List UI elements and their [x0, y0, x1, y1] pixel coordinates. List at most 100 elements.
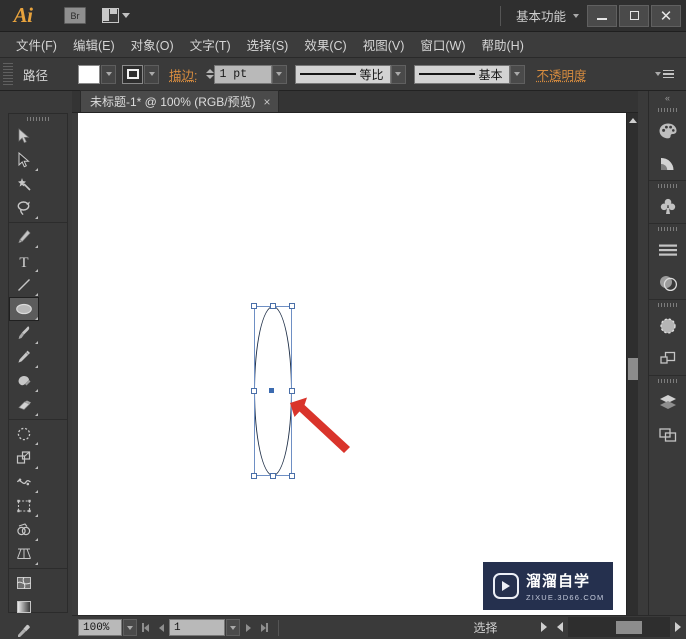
artboard-number-input[interactable]: 1: [169, 619, 225, 636]
direct-selection-tool[interactable]: [9, 148, 39, 172]
brush-dropdown[interactable]: [509, 64, 525, 84]
menu-help[interactable]: 帮助(H): [474, 32, 532, 57]
dock-group-grip[interactable]: [649, 181, 686, 190]
mesh-tool[interactable]: [9, 571, 39, 595]
stroke-weight-label[interactable]: 描边:: [169, 65, 197, 84]
align-panel-icon[interactable]: [649, 342, 686, 375]
menu-edit[interactable]: 编辑(E): [65, 32, 123, 57]
status-expand-button[interactable]: [536, 617, 552, 637]
menu-window[interactable]: 窗口(W): [412, 32, 473, 57]
menu-select[interactable]: 选择(S): [239, 32, 297, 57]
scroll-left-button[interactable]: [552, 617, 568, 637]
dock-group-grip[interactable]: [649, 376, 686, 385]
chevron-down-icon: [122, 13, 130, 18]
zoom-level-dropdown[interactable]: [123, 619, 137, 636]
stroke-weight-input[interactable]: 1 pt: [213, 64, 272, 84]
symbols-panel-icon[interactable]: [649, 309, 686, 342]
magic-wand-tool[interactable]: [9, 172, 39, 196]
previous-artboard-button[interactable]: [153, 619, 169, 636]
minimize-button[interactable]: [587, 4, 617, 27]
bbox-handle-bottom-center[interactable]: [270, 473, 276, 479]
canvas-area[interactable]: 溜溜自学 ZIXUE.3D66.COM: [72, 113, 638, 615]
scroll-up-button[interactable]: [628, 114, 638, 126]
selection-tool[interactable]: [9, 124, 39, 148]
artboard-number-dropdown[interactable]: [226, 619, 240, 636]
dock-group-grip[interactable]: [649, 300, 686, 309]
status-text[interactable]: 选择: [473, 619, 497, 636]
fill-swatch-dropdown[interactable]: [101, 64, 117, 84]
stepper-up-icon[interactable]: [205, 69, 214, 73]
stroke-color-swatch[interactable]: [122, 64, 144, 84]
dock-collapse-button[interactable]: «: [649, 91, 686, 105]
transparency-panel-icon[interactable]: [649, 266, 686, 299]
next-artboard-button[interactable]: [240, 619, 256, 636]
bbox-handle-middle-left[interactable]: [251, 388, 257, 394]
perspective-grid-tool[interactable]: [9, 542, 39, 566]
stroke-weight-stepper[interactable]: [205, 69, 214, 79]
color-panel-icon[interactable]: [649, 114, 686, 147]
free-transform-tool[interactable]: [9, 494, 39, 518]
vertical-scrollbar-thumb[interactable]: [628, 358, 638, 380]
stepper-down-icon[interactable]: [205, 75, 214, 79]
stroke-weight-dropdown[interactable]: [271, 64, 287, 84]
pen-tool[interactable]: [9, 225, 39, 249]
go-to-bridge-button[interactable]: Br: [64, 7, 86, 24]
stroke-panel-icon[interactable]: [649, 233, 686, 266]
bbox-handle-top-right[interactable]: [289, 303, 295, 309]
menu-type[interactable]: 文字(T): [182, 32, 239, 57]
artboard[interactable]: 溜溜自学 ZIXUE.3D66.COM: [78, 113, 627, 615]
close-button[interactable]: ✕: [651, 4, 681, 27]
paintbrush-tool[interactable]: [9, 321, 39, 345]
layers-panel-icon[interactable]: [649, 385, 686, 418]
menu-effect[interactable]: 效果(C): [296, 32, 354, 57]
dock-group-grip[interactable]: [649, 105, 686, 114]
type-tool[interactable]: T: [9, 249, 39, 273]
horizontal-scrollbar-thumb[interactable]: [616, 621, 642, 634]
menu-view[interactable]: 视图(V): [355, 32, 413, 57]
width-profile-dropdown[interactable]: [390, 64, 406, 84]
control-bar-grip[interactable]: [3, 63, 13, 85]
ellipse-tool[interactable]: [9, 297, 39, 321]
scroll-right-button[interactable]: [670, 617, 686, 637]
close-icon[interactable]: ×: [264, 95, 271, 109]
brushes-panel-icon[interactable]: [649, 190, 686, 223]
last-artboard-button[interactable]: [256, 619, 272, 636]
tools-panel-grip[interactable]: [9, 114, 67, 124]
color-guide-panel-icon[interactable]: [649, 147, 686, 180]
bbox-handle-middle-right[interactable]: [289, 388, 295, 394]
horizontal-scrollbar-track[interactable]: [568, 617, 670, 637]
eyedropper-tool[interactable]: [9, 619, 39, 639]
vertical-scrollbar[interactable]: [626, 113, 638, 615]
line-segment-tool[interactable]: [9, 273, 39, 297]
rotate-tool[interactable]: [9, 422, 39, 446]
pencil-tool[interactable]: [9, 345, 39, 369]
zoom-level-input[interactable]: 100%: [78, 619, 122, 636]
variable-width-profile-select[interactable]: 等比: [294, 64, 391, 84]
horizontal-scrollbar[interactable]: [536, 616, 686, 638]
scale-tool[interactable]: [9, 446, 39, 470]
bbox-handle-top-left[interactable]: [251, 303, 257, 309]
document-tab[interactable]: 未标题-1* @ 100% (RGB/预览) ×: [80, 90, 279, 112]
shape-builder-tool[interactable]: [9, 518, 39, 542]
dock-group-grip[interactable]: [649, 224, 686, 233]
bbox-handle-top-center[interactable]: [270, 303, 276, 309]
bbox-handle-bottom-left[interactable]: [251, 473, 257, 479]
workspace-switcher[interactable]: 基本功能: [499, 5, 587, 26]
arrange-documents-button[interactable]: [102, 8, 130, 23]
gradient-tool[interactable]: [9, 595, 39, 619]
width-tool[interactable]: [9, 470, 39, 494]
artboards-panel-icon[interactable]: [649, 418, 686, 451]
bbox-handle-bottom-right[interactable]: [289, 473, 295, 479]
eraser-tool[interactable]: [9, 393, 39, 417]
opacity-label[interactable]: 不透明度: [537, 65, 587, 84]
fill-color-swatch[interactable]: [78, 64, 101, 84]
stroke-swatch-dropdown[interactable]: [144, 64, 160, 84]
brush-definition-select[interactable]: 基本: [413, 64, 510, 84]
blob-brush-tool[interactable]: [9, 369, 39, 393]
menu-file[interactable]: 文件(F): [8, 32, 65, 57]
maximize-button[interactable]: [619, 4, 649, 27]
first-artboard-button[interactable]: [137, 619, 153, 636]
lasso-tool[interactable]: [9, 196, 39, 220]
control-panel-menu-button[interactable]: [655, 69, 674, 79]
menu-object[interactable]: 对象(O): [123, 32, 182, 57]
